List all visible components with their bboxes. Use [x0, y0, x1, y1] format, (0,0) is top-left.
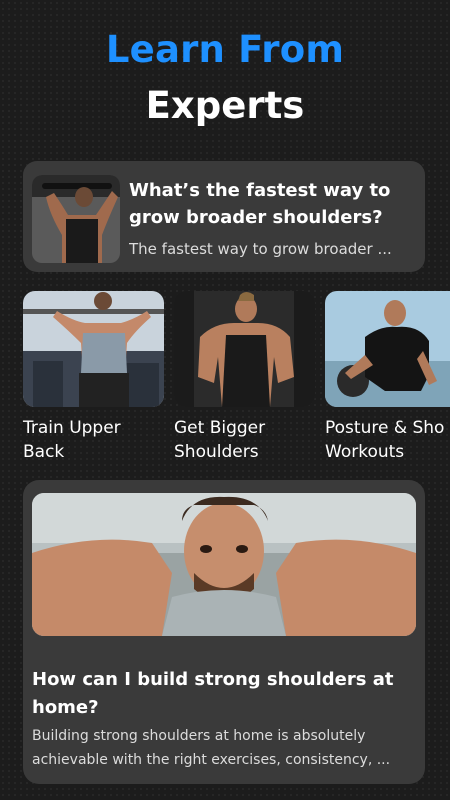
- article-card[interactable]: How can I build strong shoulders at home…: [23, 480, 425, 784]
- tile-label: Posture & Sho Workouts: [325, 416, 450, 464]
- tile-label-line1: Posture & Sho: [325, 418, 445, 438]
- tile-image: [23, 291, 164, 407]
- featured-article-title: What’s the fastest way to grow broader s…: [129, 180, 391, 228]
- tile-label: Train Upper Back: [23, 416, 164, 464]
- featured-article-description: The fastest way to grow broader ...: [129, 240, 392, 258]
- tile-label: Get Bigger Shoulders: [174, 416, 315, 464]
- tile-label-line2: Shoulders: [174, 442, 259, 462]
- tile-train-upper-back[interactable]: Train Upper Back: [23, 291, 164, 464]
- article-description: Building strong shoulders at home is abs…: [32, 728, 391, 768]
- tile-image: [325, 291, 450, 407]
- tile-get-bigger-shoulders[interactable]: Get Bigger Shoulders: [174, 291, 315, 464]
- tile-image: [174, 291, 315, 407]
- article-image: [32, 493, 416, 636]
- article-title: How can I build strong shoulders at home…: [32, 669, 394, 718]
- tile-label-line2: Back: [23, 442, 65, 462]
- tile-label-line1: Get Bigger: [174, 418, 266, 438]
- tile-label-line2: Workouts: [325, 442, 405, 462]
- featured-article-thumbnail: [32, 175, 120, 263]
- tile-label-line1: Train Upper: [23, 418, 121, 438]
- hero-heading: Learn From Experts: [0, 28, 450, 132]
- hero-title: Experts: [145, 84, 305, 127]
- hero-title-accent: Learn From: [105, 28, 345, 71]
- featured-article-card[interactable]: What’s the fastest way to grow broader s…: [23, 161, 425, 272]
- tile-posture-shoulder-workouts[interactable]: Posture & Sho Workouts: [325, 291, 450, 464]
